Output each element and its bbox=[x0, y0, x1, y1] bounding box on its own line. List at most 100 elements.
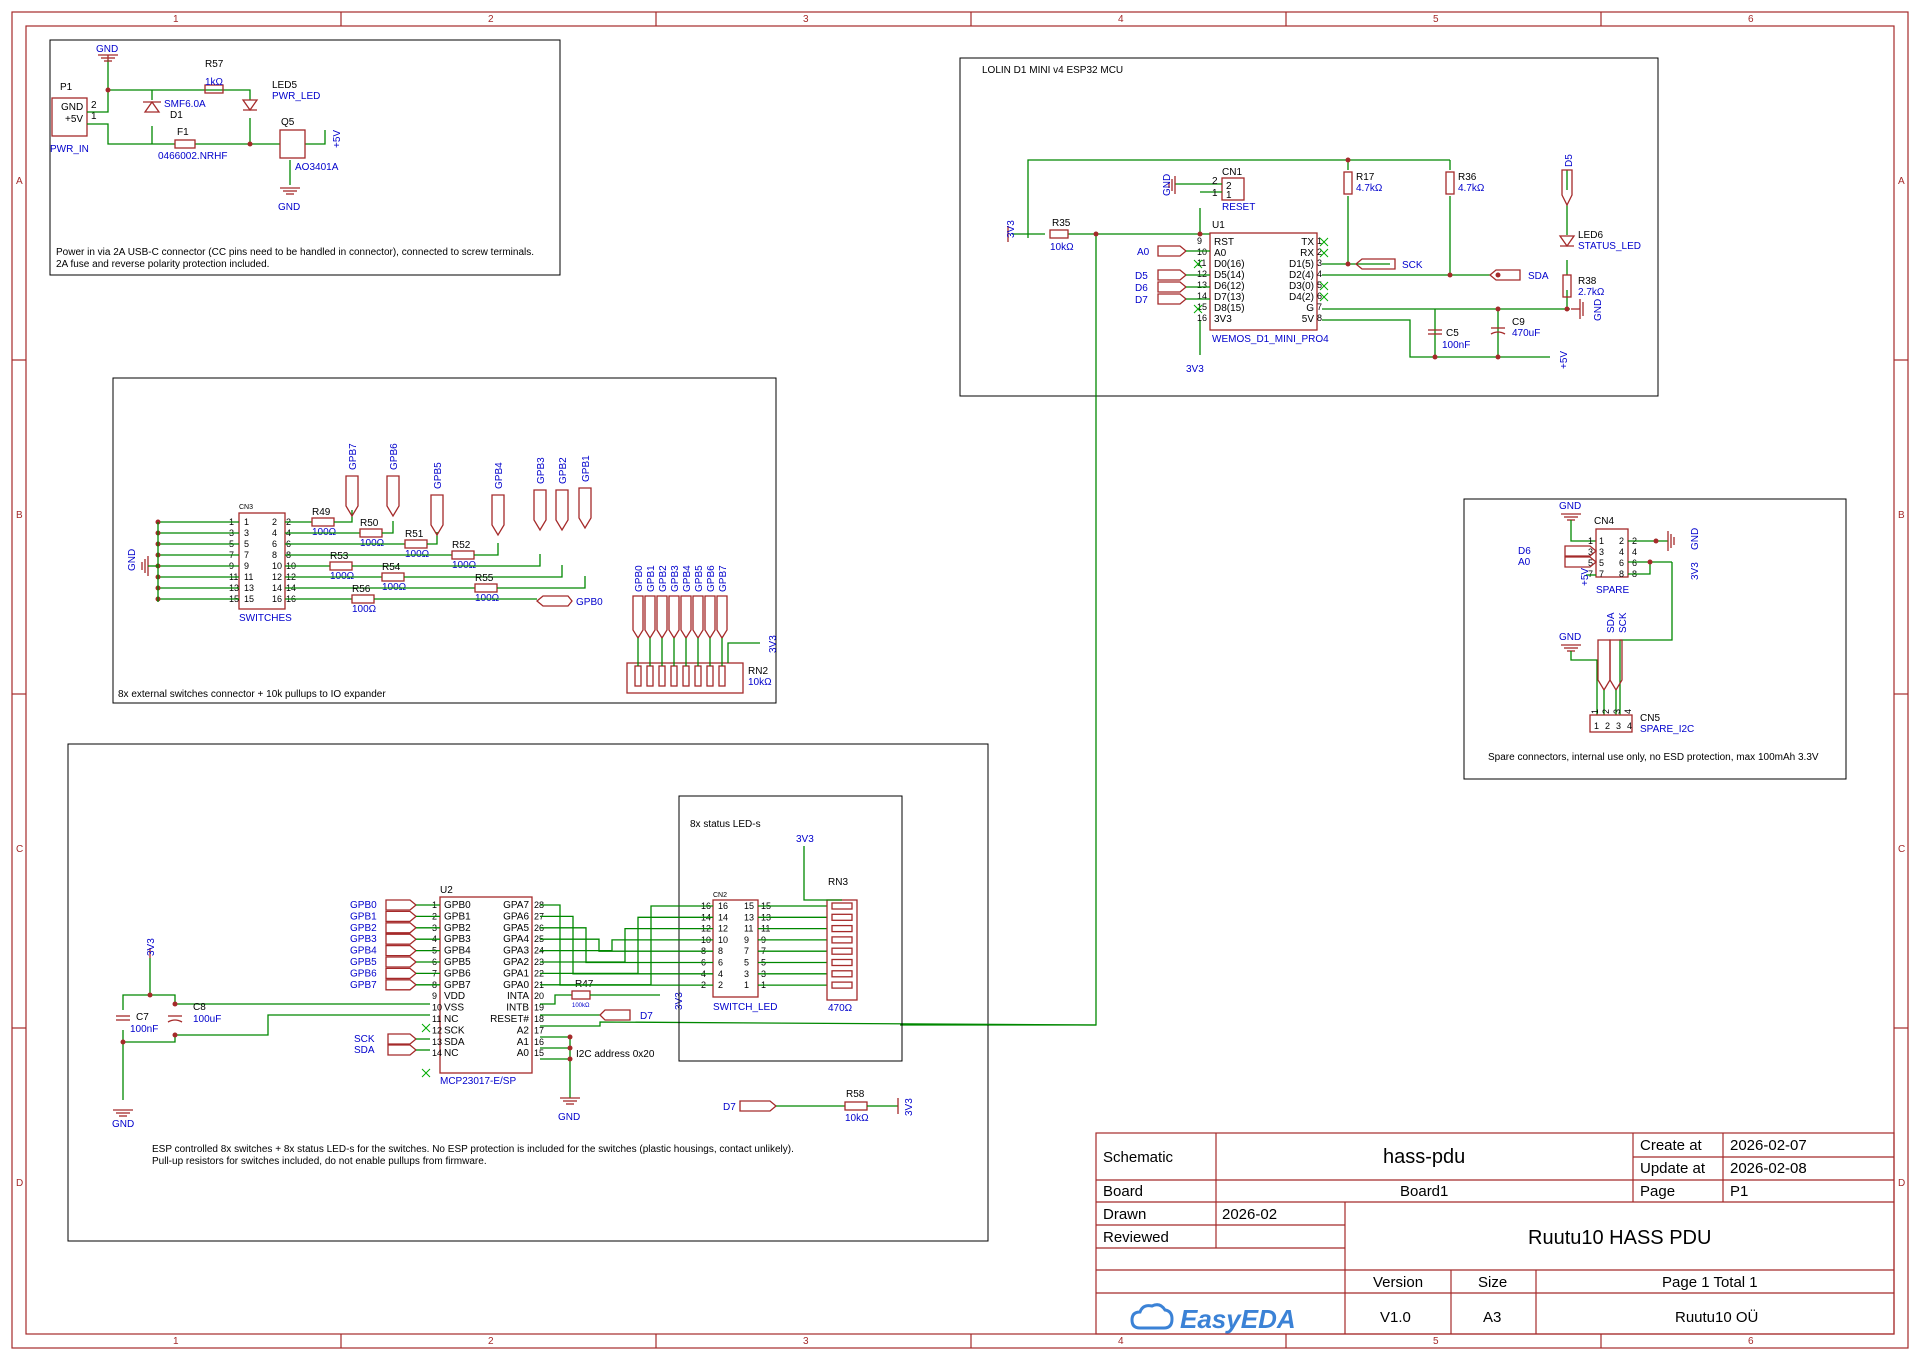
cn2-pin-right: 15 bbox=[744, 901, 754, 911]
tb-create-label: Create at bbox=[1640, 1137, 1703, 1154]
u2-pin-name: A0 bbox=[517, 1048, 530, 1059]
c8-ref: C8 bbox=[193, 1002, 206, 1013]
r36-resistor bbox=[1445, 171, 1455, 195]
c9-value: 470uF bbox=[1512, 328, 1540, 339]
r47-value: 100kΩ bbox=[572, 1003, 590, 1009]
led6-ref: LED6 bbox=[1578, 230, 1603, 241]
gpb-net-label: GPB7 bbox=[350, 980, 377, 991]
switch-net-flag bbox=[555, 489, 569, 532]
rn2-net-label: GPB4 bbox=[682, 565, 693, 592]
col-label-6-bottom: 6 bbox=[1748, 1336, 1754, 1347]
u2-pin-name: SDA bbox=[444, 1037, 465, 1048]
tb-schematic-label: Schematic bbox=[1103, 1149, 1174, 1166]
rn2-net-label: GPB1 bbox=[646, 565, 657, 592]
rn3-element bbox=[831, 947, 853, 955]
cn4-pin-right: 8 bbox=[1619, 569, 1624, 579]
cn1-ref: CN1 bbox=[1222, 167, 1242, 178]
schematic-sheet: 1 2 3 4 5 6 1 2 3 4 5 6 A B C D A B C D … bbox=[11, 11, 1909, 1349]
spare-gnd-right: GND bbox=[1690, 528, 1701, 550]
cn3-pin-left: 5 bbox=[244, 539, 249, 549]
switch-resistor bbox=[311, 517, 335, 527]
u2-pin-name: GPB5 bbox=[444, 957, 471, 968]
r17-value: 4.7kΩ bbox=[1356, 183, 1383, 194]
u1-pin-num: 9 bbox=[1197, 236, 1202, 246]
expander-gnd-bottom-label: GND bbox=[558, 1112, 580, 1123]
tb-board-label: Board bbox=[1103, 1183, 1143, 1200]
rn3-element bbox=[831, 924, 853, 933]
switch-resistor-ref: R49 bbox=[312, 507, 331, 518]
u1-pin-name: D5(14) bbox=[1214, 270, 1245, 281]
d1-part: SMF6.0A bbox=[164, 99, 206, 110]
q5-ref: Q5 bbox=[281, 117, 295, 128]
tb-create-value: 2026-02-07 bbox=[1730, 1137, 1807, 1154]
switch-resistor bbox=[381, 572, 405, 582]
spare-gnd-2: GND bbox=[1559, 632, 1581, 643]
led5-ref: LED5 bbox=[272, 80, 297, 91]
tb-schematic-value: hass-pdu bbox=[1383, 1146, 1465, 1168]
cn2-switch-led-connector: CN2 SWITCH_LED 16 1614 1412 1210 108 86 64 42 21… bbox=[701, 892, 777, 1013]
cn4-pin-left: 1 bbox=[1599, 536, 1604, 546]
spare-sck: SCK bbox=[1618, 612, 1629, 633]
rn2-element bbox=[634, 665, 642, 687]
gpb-net-label: GPB2 bbox=[350, 923, 377, 934]
u2-pin-name: GPB0 bbox=[444, 900, 471, 911]
cn5-pin-num-outer: 1 bbox=[1590, 709, 1600, 714]
switches-block: 8x external switches connector + 10k pul… bbox=[112, 377, 779, 704]
u2-pin-name: A1 bbox=[517, 1037, 530, 1048]
rn3-ref: RN3 bbox=[828, 877, 848, 888]
net-sda: SDA bbox=[1528, 271, 1549, 282]
u1-pin-name: D7(13) bbox=[1214, 292, 1245, 303]
p1-pin-gnd: GND bbox=[61, 102, 83, 113]
spare-sda-flag bbox=[1597, 639, 1611, 692]
u1-pin-num: 13 bbox=[1197, 280, 1207, 290]
u1-pin-num: 4 bbox=[1317, 269, 1322, 279]
row-labels-left: A B C D bbox=[16, 176, 23, 1189]
tb-version-label: Version bbox=[1373, 1274, 1423, 1291]
cn2-name: SWITCH_LED bbox=[713, 1002, 777, 1013]
u1-pin-name: D1(5) bbox=[1289, 259, 1314, 270]
cn3-pin-left: 3 bbox=[244, 528, 249, 538]
cn4-pin-left: 5 bbox=[1599, 558, 1604, 568]
tb-update-label: Update at bbox=[1640, 1160, 1706, 1177]
expander-sck-flag bbox=[387, 1033, 418, 1045]
switches-gnd-label: GND bbox=[127, 549, 138, 571]
expander-note-line2: Pull-up resistors for switches included,… bbox=[152, 1156, 487, 1167]
rn2-net-flag bbox=[692, 595, 704, 640]
rn2-value: 10kΩ bbox=[748, 677, 772, 688]
u2-pin-name: VSS bbox=[444, 1003, 464, 1014]
net-sck: SCK bbox=[1402, 260, 1423, 271]
r58-ref: R58 bbox=[846, 1089, 865, 1100]
switch-net-flag bbox=[533, 489, 547, 532]
switch-net-flag bbox=[491, 494, 505, 537]
expander-sck: SCK bbox=[354, 1034, 375, 1045]
spare-3v3-right: 3V3 bbox=[1690, 562, 1701, 580]
u2-pin-num: 14 bbox=[432, 1048, 442, 1058]
rn2-element bbox=[658, 665, 666, 687]
r58-3v3: 3V3 bbox=[904, 1098, 915, 1116]
led6-name: STATUS_LED bbox=[1578, 241, 1641, 252]
gpb0-net-flag bbox=[535, 595, 573, 607]
tb-size-label: Size bbox=[1478, 1274, 1507, 1291]
switch-resistor-ref: R55 bbox=[475, 573, 494, 584]
cn2-pin-right: 5 bbox=[744, 958, 749, 968]
power-note-line2: 2A fuse and reverse polarity protection … bbox=[56, 259, 269, 270]
net-sda-flag bbox=[1488, 269, 1521, 281]
u2-mcp23017: U2 MCP23017-E/SP 1 GPB02 GPB13 GPB24 GPB35 GP… bbox=[421, 885, 544, 1087]
u2-pin-num: 15 bbox=[534, 1048, 544, 1058]
r35-resistor bbox=[1049, 229, 1069, 239]
gpb-net-flag bbox=[385, 979, 418, 991]
spare-note: Spare connectors, internal use only, no … bbox=[1488, 752, 1819, 763]
rn2-net-flag bbox=[716, 595, 728, 640]
net-d5: D5 bbox=[1135, 271, 1148, 282]
cn1-pin1-inner: 1 bbox=[1226, 190, 1232, 201]
f1-fuse bbox=[174, 139, 196, 149]
p5v-label: +5V bbox=[332, 130, 343, 148]
u1-pin-name: TX bbox=[1301, 237, 1314, 248]
cn2-pin-right: 3 bbox=[744, 969, 749, 979]
rn3-3v3: 3V3 bbox=[796, 834, 814, 845]
u2-pin-name: GPA3 bbox=[503, 946, 529, 957]
mcu-block: LOLIN D1 MINI v4 ESP32 MCU 3V3 R35 10kΩ … bbox=[900, 57, 1659, 1026]
rn2-net-flag bbox=[632, 595, 644, 640]
rn3-element bbox=[831, 970, 853, 978]
u1-pin-num: 7 bbox=[1317, 302, 1322, 312]
